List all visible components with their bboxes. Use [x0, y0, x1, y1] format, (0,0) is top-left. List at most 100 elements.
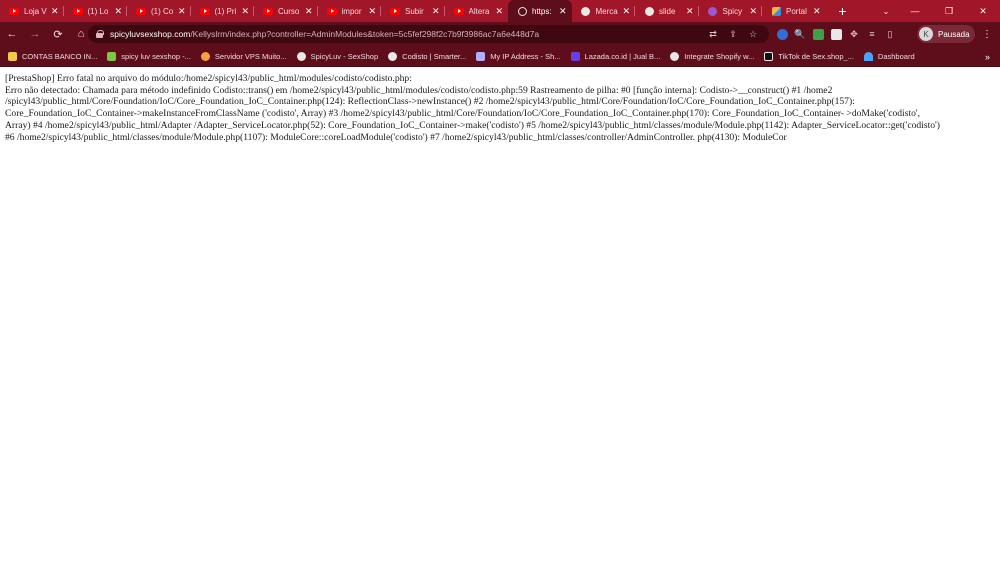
youtube-icon: [9, 6, 19, 16]
bookmark-label: Dashboard: [877, 51, 915, 61]
tab-title: Curso: [278, 6, 300, 16]
extensions-puzzle-icon[interactable]: ✥: [846, 25, 862, 43]
tab-10[interactable]: slide ✕: [635, 0, 699, 22]
tab-title: Merca: [595, 6, 618, 16]
tab-title: https:: [532, 6, 552, 16]
tab-close-icon[interactable]: ✕: [622, 6, 630, 17]
side-panel-icon[interactable]: ▯: [882, 25, 898, 43]
forward-button[interactable]: →: [24, 23, 46, 45]
bookmark-star-icon[interactable]: ☆: [743, 29, 763, 40]
extension-icon[interactable]: [810, 25, 826, 43]
bookmark-item[interactable]: Integrate Shopify w...: [670, 46, 754, 67]
youtube-icon: [263, 6, 273, 16]
bookmark-item[interactable]: SpicyLuv - SexShop: [296, 46, 379, 67]
site-icon: [581, 6, 591, 16]
tab-close-icon[interactable]: ✕: [305, 6, 313, 17]
browser-menu-icon[interactable]: ⋮: [980, 25, 994, 43]
reload-button[interactable]: ⟳: [47, 23, 69, 45]
lazada-icon: [570, 51, 580, 61]
dashboard-icon: [863, 51, 873, 61]
youtube-icon: [136, 6, 146, 16]
tab-close-icon[interactable]: ✕: [368, 6, 376, 17]
tab-strip: Loja V ✕ (1) Lo ✕ (1) Co ✕ (1) Pri ✕ Curso ✕ …: [0, 0, 1000, 22]
tab-6[interactable]: Subir ✕: [381, 0, 445, 22]
bookmark-label: My IP Address - Sh...: [490, 51, 561, 61]
tab-close-icon[interactable]: ✕: [432, 6, 440, 17]
tab-0[interactable]: Loja V ✕: [0, 0, 64, 22]
lock-icon[interactable]: [96, 30, 104, 38]
tab-close-icon[interactable]: ✕: [495, 6, 503, 17]
bookmark-icon: [476, 51, 486, 61]
youtube-icon: [199, 6, 210, 16]
youtube-icon: [453, 6, 464, 16]
globe-icon: [517, 6, 527, 16]
bookmark-item[interactable]: CONTAS BANCO IN...: [8, 46, 97, 67]
tab-title: Altera: [468, 6, 490, 16]
translate-icon[interactable]: ⇄: [703, 29, 723, 40]
close-window-button[interactable]: ✕: [966, 0, 1000, 22]
page-content: [PrestaShop] Erro fatal no arquivo do mó…: [0, 67, 1000, 563]
tab-close-icon[interactable]: ✕: [559, 6, 567, 17]
globe-icon: [670, 51, 680, 61]
bookmark-label: spicy luv sexshop -...: [121, 51, 191, 61]
bookmark-icon: [200, 51, 210, 61]
bookmark-label: Codisto | Smarter...: [402, 51, 467, 61]
url-text[interactable]: spicyluvsexshop.com/Kellyslrm/index.php?…: [110, 29, 539, 39]
tab-8-active[interactable]: https: ✕: [508, 0, 572, 22]
bookmark-item[interactable]: Codisto | Smarter...: [388, 46, 466, 67]
tab-2[interactable]: (1) Co ✕: [127, 0, 191, 22]
tiktok-icon: [764, 51, 774, 61]
extensions-area: 🔍 ✥ ≡ ▯: [774, 25, 900, 43]
tab-9[interactable]: Merca ✕: [572, 0, 635, 22]
bookmark-icon: [107, 51, 117, 61]
tab-close-icon[interactable]: ✕: [51, 6, 59, 17]
url-host: spicyluvsexshop.com: [110, 29, 191, 39]
window-controls: — ❐ ✕: [898, 0, 1000, 22]
error-heading: [PrestaShop] Erro fatal no arquivo do mó…: [5, 73, 412, 84]
tab-title: impor: [341, 6, 362, 16]
site-icon: [644, 6, 654, 16]
tab-search-icon[interactable]: ⌄: [876, 0, 896, 22]
tab-1[interactable]: (1) Lo ✕: [64, 0, 127, 22]
bookmark-item[interactable]: Lazada.co.id | Jual B...: [570, 46, 661, 67]
tab-close-icon[interactable]: ✕: [813, 6, 821, 17]
reading-list-icon[interactable]: ≡: [864, 25, 880, 43]
new-tab-button[interactable]: +: [832, 0, 854, 22]
bookmark-item[interactable]: Dashboard: [863, 46, 915, 67]
globe-icon: [388, 51, 398, 61]
bookmark-label: SpicyLuv - SexShop: [310, 51, 379, 61]
tab-3[interactable]: (1) Pri ✕: [191, 0, 254, 22]
tab-7[interactable]: Altera ✕: [445, 0, 509, 22]
tab-title: Portal: [786, 6, 807, 16]
minimize-button[interactable]: —: [898, 0, 932, 22]
bookmark-item[interactable]: spicy luv sexshop -...: [107, 46, 191, 67]
profile-button[interactable]: K Pausada: [917, 25, 975, 43]
tab-title: (1) Pri: [214, 6, 237, 16]
zoom-extension-icon[interactable]: 🔍: [792, 25, 808, 43]
bookmark-item[interactable]: Servidor VPS Muito...: [200, 46, 287, 67]
extension-icon[interactable]: [828, 25, 844, 43]
tab-close-icon[interactable]: ✕: [241, 6, 249, 17]
tab-close-icon[interactable]: ✕: [178, 6, 186, 17]
more-bookmarks-button[interactable]: »: [985, 46, 990, 67]
bookmark-item[interactable]: My IP Address - Sh...: [476, 46, 561, 67]
bookmark-label: Integrate Shopify w...: [684, 51, 755, 61]
bookmark-item[interactable]: TikTok de Sex.shop_...: [764, 46, 854, 67]
tab-close-icon[interactable]: ✕: [749, 6, 757, 17]
error-message: Erro não detectado: Chamada para método …: [5, 84, 940, 143]
extension-icon[interactable]: [774, 25, 790, 43]
url-path: /Kellyslrm/index.php?controller=AdminMod…: [190, 29, 540, 39]
tab-4[interactable]: Curso ✕: [254, 0, 318, 22]
tab-11[interactable]: Spicy ✕: [699, 0, 762, 22]
tab-close-icon[interactable]: ✕: [686, 6, 694, 17]
tab-5[interactable]: impor ✕: [318, 0, 381, 22]
tab-title: Loja V: [24, 6, 47, 16]
share-icon[interactable]: ⇪: [723, 29, 743, 40]
folder-icon: [8, 51, 17, 61]
back-button[interactable]: ←: [1, 23, 23, 45]
address-bar[interactable]: spicyluvsexshop.com/Kellyslrm/index.php?…: [88, 25, 769, 43]
tab-12[interactable]: Portal ✕: [762, 0, 826, 22]
bookmark-label: Lazada.co.id | Jual B...: [584, 51, 661, 61]
restore-button[interactable]: ❐: [932, 0, 966, 22]
tab-close-icon[interactable]: ✕: [114, 6, 122, 17]
